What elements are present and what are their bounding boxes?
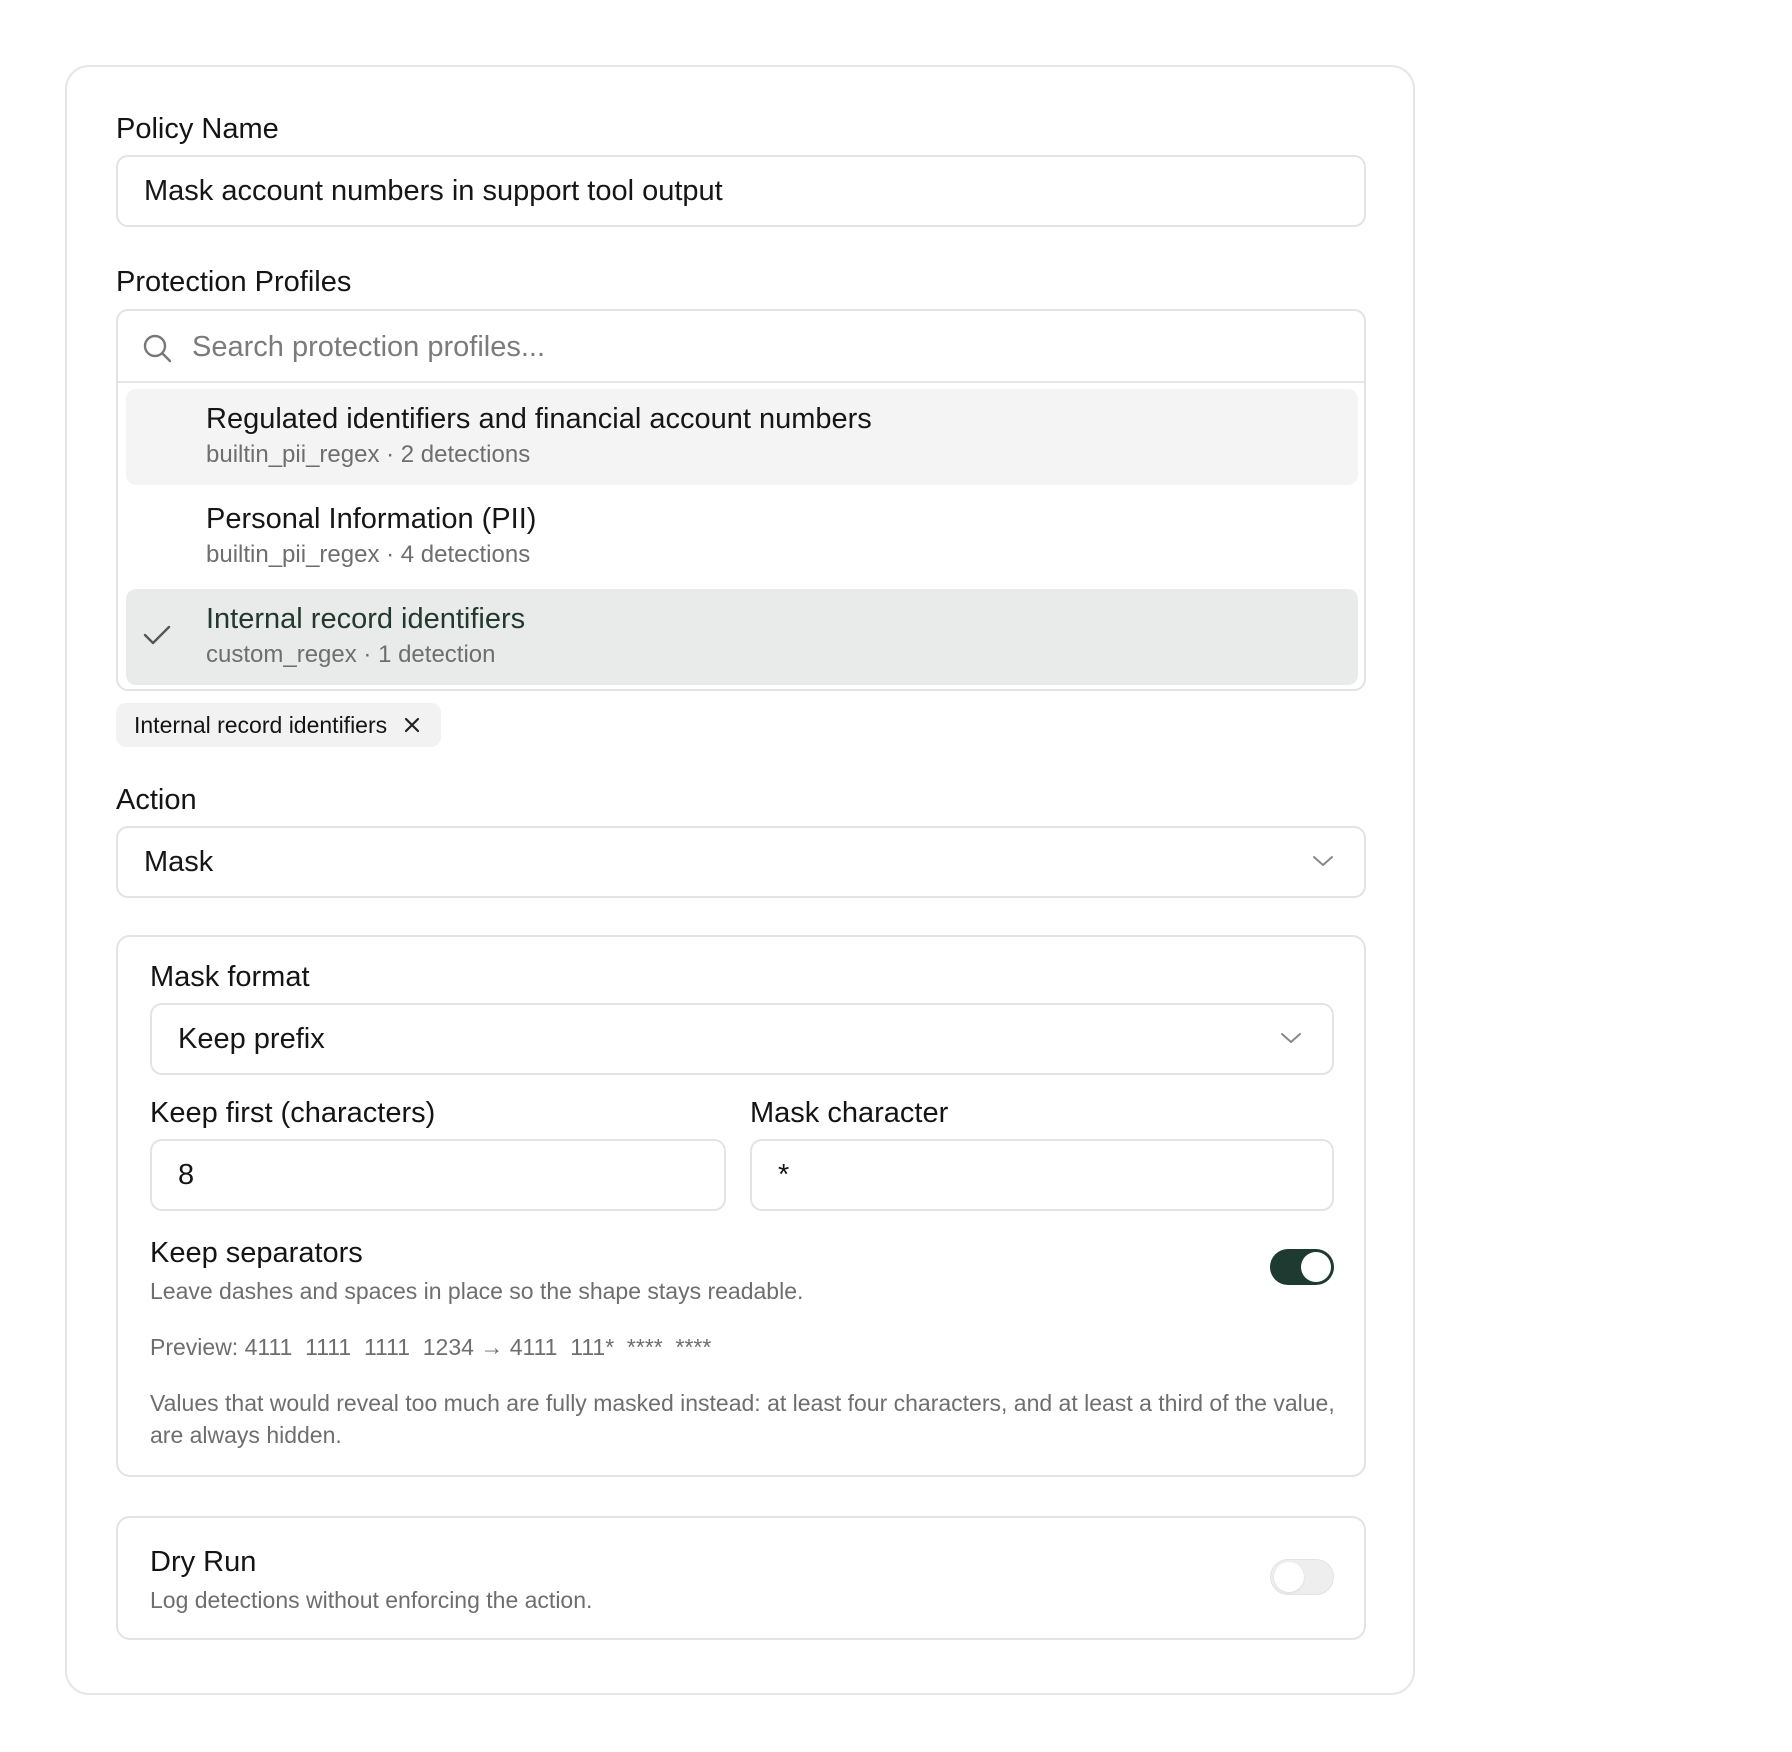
- profile-option-subtitle: builtin_pii_regex · 2 detections: [206, 441, 531, 468]
- mask-preview: Preview: 4111 1111 1111 1234 → 4111 111*…: [150, 1334, 712, 1360]
- toggle-knob: [1274, 1562, 1304, 1592]
- keep-first-input[interactable]: 8: [150, 1139, 726, 1211]
- profile-option-regulated-identifiers[interactable]: Regulated identifiers and financial acco…: [126, 389, 1358, 485]
- profile-option-subtitle: builtin_pii_regex · 4 detections: [206, 541, 531, 568]
- chip-label: Internal record identifiers: [134, 711, 388, 738]
- close-icon[interactable]: [403, 716, 421, 734]
- mask-format-value: Keep prefix: [178, 1022, 325, 1055]
- profile-option-title: Personal Information (PII): [206, 503, 537, 535]
- mask-format-select[interactable]: Keep prefix: [150, 1003, 1334, 1075]
- profile-option-title: Regulated identifiers and financial acco…: [206, 403, 872, 435]
- mask-settings-panel: Mask format Keep prefix Keep first (char…: [116, 935, 1366, 1477]
- protection-profiles-label: Protection Profiles: [116, 266, 352, 298]
- protection-profiles-listbox: Regulated identifiers and financial acco…: [116, 309, 1366, 691]
- mask-note: Values that would reveal too much are fu…: [150, 1390, 1335, 1448]
- profile-option-pii[interactable]: Personal Information (PII) builtin_pii_r…: [126, 489, 1358, 585]
- dry-run-toggle[interactable]: [1270, 1559, 1334, 1595]
- policy-form-card: Policy Name Mask account numbers in supp…: [65, 65, 1415, 1695]
- search-icon: [143, 334, 172, 363]
- profile-option-title: Internal record identifiers: [206, 603, 526, 635]
- policy-name-value: Mask account numbers in support tool out…: [144, 174, 723, 207]
- profile-option-subtitle: custom_regex · 1 detection: [206, 641, 496, 668]
- profile-option-internal-record-identifiers[interactable]: Internal record identifiers custom_regex…: [126, 589, 1358, 685]
- dry-run-description: Log detections without enforcing the act…: [150, 1587, 593, 1613]
- dry-run-panel: Dry Run Log detections without enforcing…: [116, 1516, 1366, 1640]
- action-value: Mask: [144, 845, 214, 878]
- keep-separators-toggle[interactable]: [1270, 1249, 1334, 1285]
- action-label: Action: [116, 784, 197, 816]
- action-select[interactable]: Mask: [116, 826, 1366, 898]
- keep-first-value: 8: [178, 1158, 195, 1191]
- profile-search-row: [118, 311, 1364, 383]
- mask-format-label: Mask format: [150, 961, 310, 993]
- toggle-knob: [1301, 1252, 1331, 1282]
- keep-first-label: Keep first (characters): [150, 1097, 436, 1129]
- mask-character-label: Mask character: [750, 1097, 949, 1129]
- dry-run-title: Dry Run: [150, 1546, 257, 1578]
- mask-character-value: *: [778, 1158, 790, 1191]
- keep-separators-description: Leave dashes and spaces in place so the …: [150, 1278, 804, 1304]
- check-icon: [143, 625, 171, 645]
- policy-name-input[interactable]: Mask account numbers in support tool out…: [116, 155, 1366, 227]
- profile-search-input[interactable]: [192, 325, 1332, 369]
- mask-character-input[interactable]: *: [750, 1139, 1334, 1211]
- chevron-down-icon: [1313, 856, 1333, 866]
- policy-name-label: Policy Name: [116, 113, 279, 145]
- chevron-down-icon: [1281, 1033, 1301, 1043]
- selected-profile-chip: Internal record identifiers: [116, 703, 442, 747]
- keep-separators-title: Keep separators: [150, 1237, 363, 1269]
